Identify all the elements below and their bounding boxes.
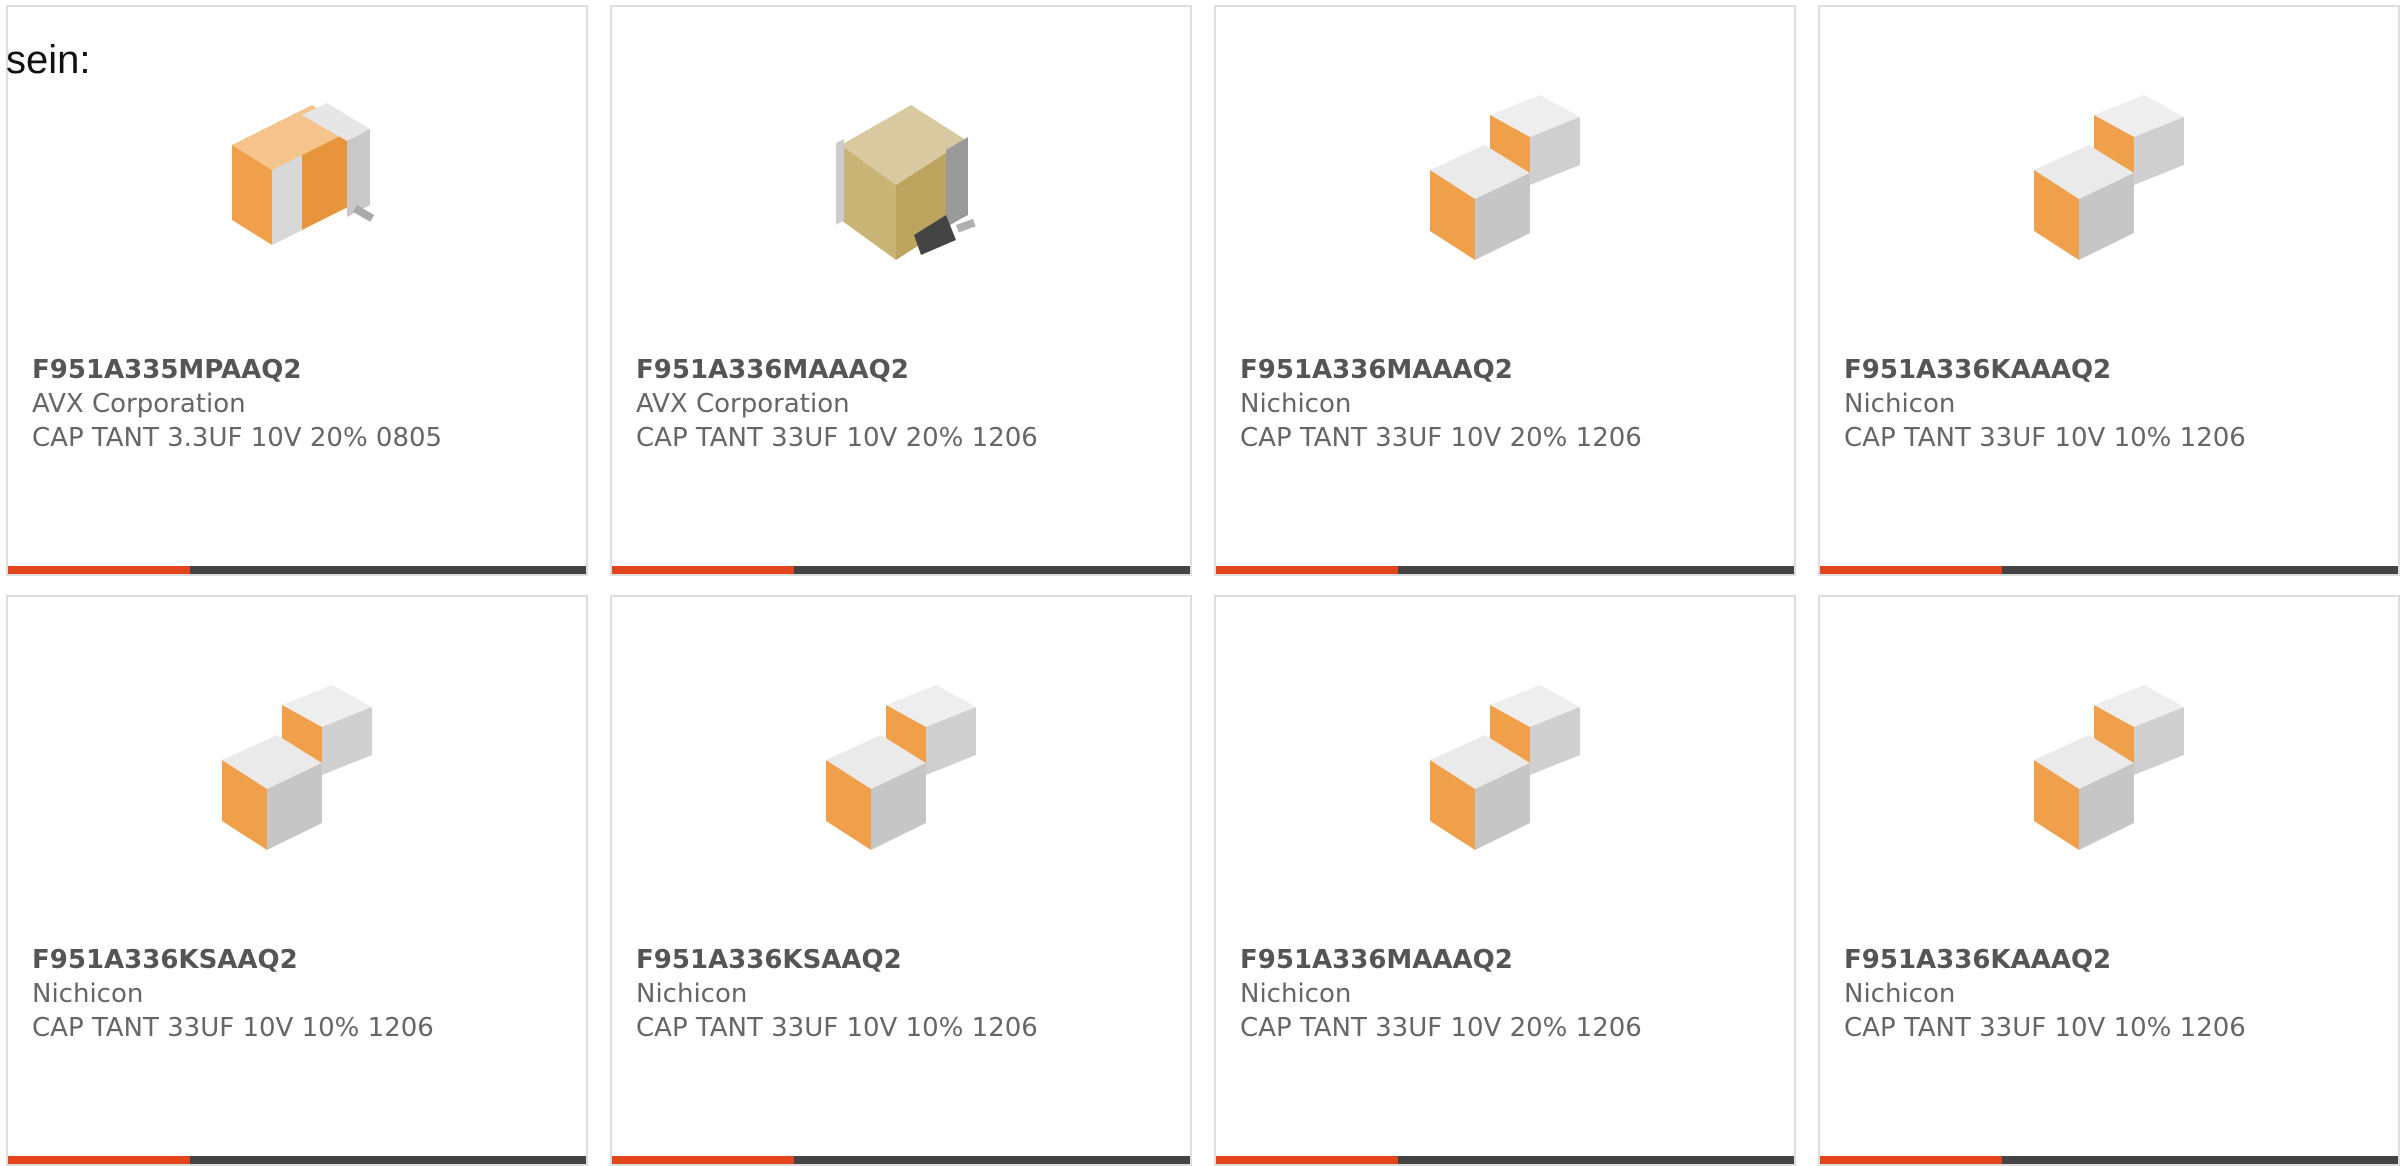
product-card[interactable]: F951A336MAAAQ2 AVX Corporation CAP TANT … (610, 5, 1192, 576)
manufacturer: Nichicon (1240, 979, 1352, 1009)
description: CAP TANT 33UF 10V 20% 1206 (1240, 1013, 1642, 1043)
description: CAP TANT 33UF 10V 20% 1206 (1240, 423, 1642, 453)
card-accent (8, 566, 191, 574)
part-number-link[interactable]: F951A336MAAAQ2 (1240, 945, 1513, 975)
product-card[interactable]: F951A336MAAAQ2 Nichicon CAP TANT 33UF 10… (1214, 5, 1796, 576)
card-accent (1820, 1156, 2003, 1164)
card-accent (612, 566, 795, 574)
part-number-link[interactable]: F951A336MAAAQ2 (636, 355, 909, 385)
intro-text: sein: (6, 38, 91, 82)
single-chip-capacitor-icon (232, 103, 375, 245)
product-card[interactable]: F951A336MAAAQ2 Nichicon CAP TANT 33UF 10… (1214, 595, 1796, 1166)
molded-tantalum-capacitor-icon (836, 105, 976, 260)
product-card[interactable]: F951A336KAAAQ2 Nichicon CAP TANT 33UF 10… (1818, 5, 2400, 576)
card-bar (1216, 1156, 1794, 1164)
dual-chip-capacitor-icon (1430, 95, 1580, 260)
card-bar (1820, 1156, 2398, 1164)
product-image[interactable] (612, 75, 1190, 285)
dual-chip-capacitor-icon (2034, 95, 2184, 260)
manufacturer: Nichicon (1240, 389, 1352, 419)
description: CAP TANT 33UF 10V 10% 1206 (32, 1013, 434, 1043)
manufacturer: AVX Corporation (32, 389, 246, 419)
card-bar (8, 1156, 586, 1164)
dual-chip-capacitor-icon (2034, 685, 2184, 850)
part-number-link[interactable]: F951A336KAAAQ2 (1844, 945, 2111, 975)
product-image[interactable] (8, 665, 586, 875)
card-bar (612, 1156, 1190, 1164)
product-image[interactable] (1820, 665, 2398, 875)
card-bar (1820, 566, 2398, 574)
card-accent (1216, 1156, 1399, 1164)
description: CAP TANT 33UF 10V 10% 1206 (1844, 423, 2246, 453)
product-image[interactable] (1216, 665, 1794, 875)
card-bar (8, 566, 586, 574)
part-number-link[interactable]: F951A336KSAAQ2 (32, 945, 298, 975)
card-bar (1216, 566, 1794, 574)
manufacturer: Nichicon (1844, 389, 1956, 419)
description: CAP TANT 3.3UF 10V 20% 0805 (32, 423, 443, 453)
dual-chip-capacitor-icon (826, 685, 976, 850)
description: CAP TANT 33UF 10V 20% 1206 (636, 423, 1038, 453)
product-image[interactable] (1216, 75, 1794, 285)
description: CAP TANT 33UF 10V 10% 1206 (1844, 1013, 2246, 1043)
product-card[interactable]: F951A335MPAAQ2 AVX Corporation CAP TANT … (6, 5, 588, 576)
product-card[interactable]: F951A336KAAAQ2 Nichicon CAP TANT 33UF 10… (1818, 595, 2400, 1166)
dual-chip-capacitor-icon (222, 685, 372, 850)
card-accent (1820, 566, 2003, 574)
manufacturer: Nichicon (636, 979, 748, 1009)
part-number-link[interactable]: F951A336KAAAQ2 (1844, 355, 2111, 385)
product-image[interactable] (1820, 75, 2398, 285)
part-number-link[interactable]: F951A336MAAAQ2 (1240, 355, 1513, 385)
product-image[interactable] (8, 75, 586, 285)
card-accent (8, 1156, 191, 1164)
part-number-link[interactable]: F951A336KSAAQ2 (636, 945, 902, 975)
description: CAP TANT 33UF 10V 10% 1206 (636, 1013, 1038, 1043)
dual-chip-capacitor-icon (1430, 685, 1580, 850)
card-accent (612, 1156, 795, 1164)
card-bar (612, 566, 1190, 574)
manufacturer: Nichicon (32, 979, 144, 1009)
product-card[interactable]: F951A336KSAAQ2 Nichicon CAP TANT 33UF 10… (610, 595, 1192, 1166)
manufacturer: AVX Corporation (636, 389, 850, 419)
product-card[interactable]: F951A336KSAAQ2 Nichicon CAP TANT 33UF 10… (6, 595, 588, 1166)
manufacturer: Nichicon (1844, 979, 1956, 1009)
card-accent (1216, 566, 1399, 574)
part-number-link[interactable]: F951A335MPAAQ2 (32, 355, 301, 385)
product-image[interactable] (612, 665, 1190, 875)
